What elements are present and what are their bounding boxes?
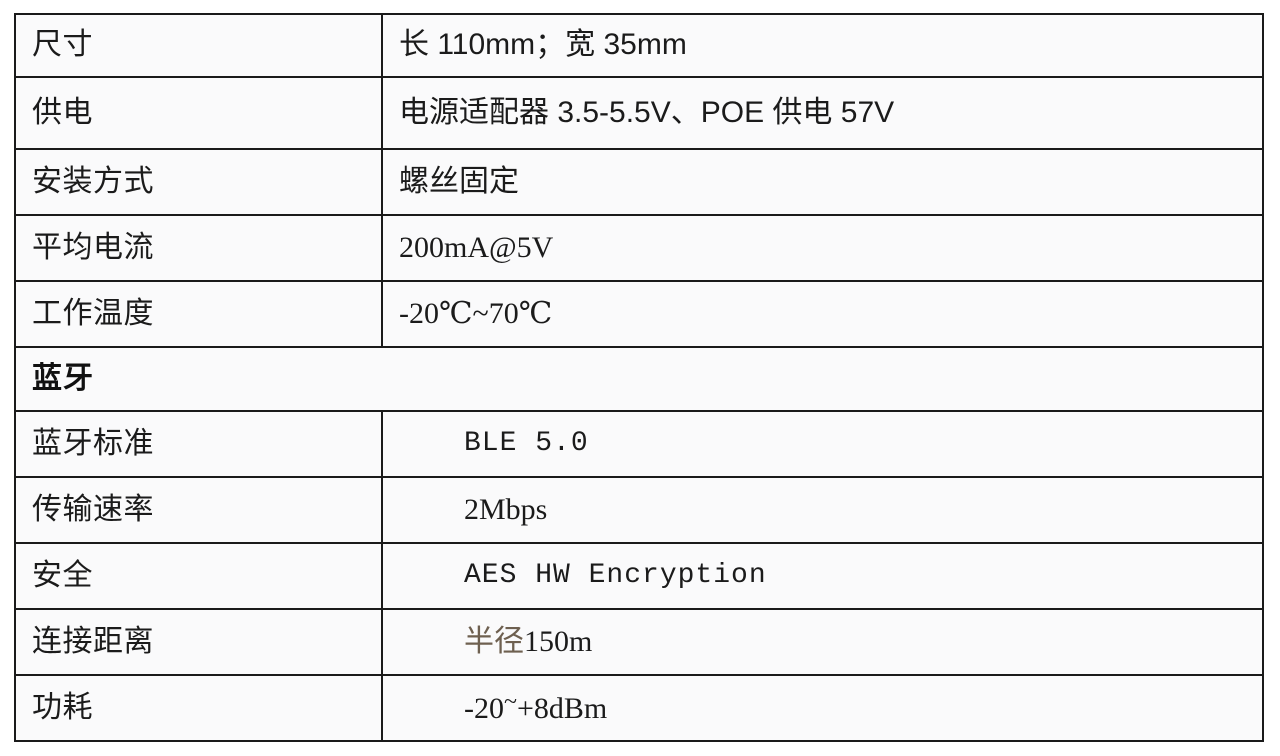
row-label-operating-temperature: 工作温度 (14, 280, 383, 348)
row-label-bluetooth-standard: 蓝牙标准 (14, 410, 383, 478)
row-label-power-consumption: 功耗 (14, 674, 383, 742)
row-value-connection-range: 半径150m (381, 608, 1264, 676)
value-text-power-supply: 电源适配器 3.5-5.5V、POE 供电 57V (399, 95, 895, 129)
specification-table: 尺寸 长 110mm；宽 35mm 供电 电源适配器 3.5-5.5V、POE … (14, 13, 1264, 742)
row-label-connection-range: 连接距离 (14, 608, 383, 676)
specification-table-container: 尺寸 长 110mm；宽 35mm 供电 电源适配器 3.5-5.5V、POE … (14, 13, 1264, 742)
value-text-range-number: 150m (524, 624, 593, 658)
table-section-header-row: 蓝牙 (14, 346, 1264, 412)
row-value-bluetooth-standard: BLE 5.0 (381, 410, 1264, 478)
row-label-average-current: 平均电流 (14, 214, 383, 282)
table-row: 安全 AES HW Encryption (14, 542, 1264, 610)
row-value-transfer-rate: 2Mbps (381, 476, 1264, 544)
value-text-mounting: 螺丝固定 (399, 164, 519, 198)
table-row: 尺寸 长 110mm；宽 35mm (14, 13, 1264, 78)
row-label-transfer-rate: 传输速率 (14, 476, 383, 544)
row-value-dimensions: 长 110mm；宽 35mm (381, 13, 1264, 78)
value-text-power-tilde: ~ (504, 689, 517, 716)
value-text-power-min: -20 (464, 692, 504, 726)
value-text-dimensions: 长 110mm；宽 35mm (399, 28, 687, 62)
table-row: 蓝牙标准 BLE 5.0 (14, 410, 1264, 478)
row-value-power-consumption: -20~+8dBm (381, 674, 1264, 742)
value-text-power-max: +8dBm (516, 692, 608, 726)
row-value-operating-temperature: -20℃~70℃ (381, 280, 1264, 348)
table-row: 供电 电源适配器 3.5-5.5V、POE 供电 57V (14, 76, 1264, 150)
row-value-mounting: 螺丝固定 (381, 148, 1264, 216)
row-label-power-supply: 供电 (14, 76, 383, 150)
row-label-security: 安全 (14, 542, 383, 610)
value-text-range-prefix: 半径 (464, 624, 524, 658)
row-label-mounting: 安装方式 (14, 148, 383, 216)
row-value-security: AES HW Encryption (381, 542, 1264, 610)
table-row: 工作温度 -20℃~70℃ (14, 280, 1264, 348)
table-row: 连接距离 半径150m (14, 608, 1264, 676)
table-row: 传输速率 2Mbps (14, 476, 1264, 544)
table-row: 安装方式 螺丝固定 (14, 148, 1264, 216)
row-value-average-current: 200mA@5V (381, 214, 1264, 282)
table-row: 平均电流 200mA@5V (14, 214, 1264, 282)
section-header-bluetooth: 蓝牙 (14, 346, 1264, 412)
row-value-power-supply: 电源适配器 3.5-5.5V、POE 供电 57V (381, 76, 1264, 150)
row-label-dimensions: 尺寸 (14, 13, 383, 78)
table-row: 功耗 -20~+8dBm (14, 674, 1264, 742)
